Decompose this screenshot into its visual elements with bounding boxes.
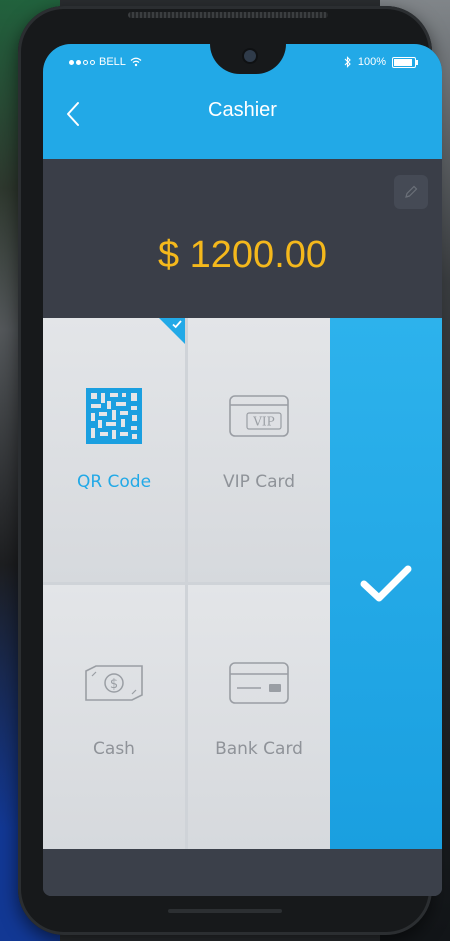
speaker-grille [128,12,328,18]
vip-card-icon: VIP [229,388,289,444]
checkmark-icon [360,565,412,601]
pencil-icon [405,185,418,198]
amount-panel: $ 1200.00 [43,159,442,318]
payment-amount: $ 1200.00 [157,234,328,276]
bottom-bar [43,849,442,896]
battery-icon [392,56,418,68]
payment-method-bank-card[interactable]: Bank Card [188,585,330,849]
method-label: Bank Card [215,739,303,759]
phone-screen: BELL 100% Cashier $ 1200.00 QR Code VIP … [43,44,442,896]
front-camera [244,50,256,62]
payment-method-grid: QR Code VIP VIP Card $ Cash Bank Card [43,318,330,849]
method-label: QR Code [76,472,152,492]
method-label: Cash [93,739,135,759]
phone-frame: BELL 100% Cashier $ 1200.00 QR Code VIP … [18,6,442,935]
qr-code-icon [86,388,142,444]
confirm-payment-button[interactable] [330,318,442,849]
bluetooth-icon [344,56,351,68]
method-label: VIP Card [222,472,296,492]
status-left: BELL [69,56,142,68]
phone-chin [168,909,282,913]
battery-percentage: 100% [357,56,386,68]
page-title: Cashier [208,99,277,121]
wifi-icon [130,57,142,67]
payment-method-vip-card[interactable]: VIP VIP Card [188,318,330,582]
bank-card-icon [229,655,289,711]
svg-text:$: $ [110,677,118,692]
payment-method-qr-code[interactable]: QR Code [43,318,185,582]
status-right: 100% [344,56,418,68]
app-header: BELL 100% Cashier [43,44,442,159]
cash-icon: $ [84,655,144,711]
payment-method-cash[interactable]: $ Cash [43,585,185,849]
edit-amount-button[interactable] [394,175,428,209]
signal-strength-icon [69,59,95,65]
svg-text:VIP: VIP [252,415,274,429]
carrier-name: BELL [99,56,126,68]
selected-check-icon [172,320,182,329]
